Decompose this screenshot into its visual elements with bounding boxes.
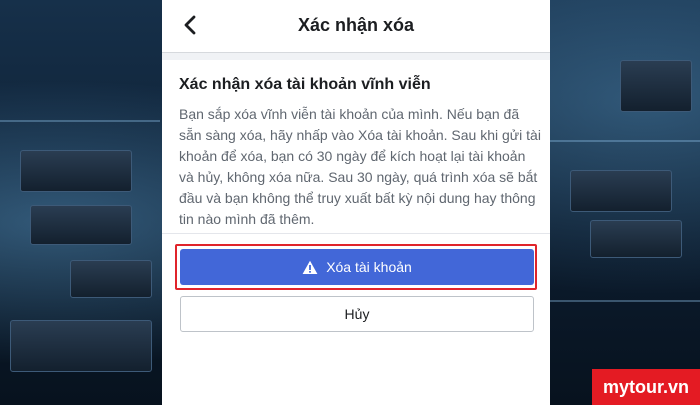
chip-decoration (590, 220, 682, 258)
warning-icon (302, 260, 318, 274)
chip-decoration (10, 320, 152, 372)
chip-decoration (70, 260, 152, 298)
chip-decoration (620, 60, 692, 112)
cancel-label: Hủy (344, 306, 370, 322)
cancel-button[interactable]: Hủy (180, 296, 534, 332)
page-title: Xác nhận xóa (297, 15, 415, 35)
top-nav-bar: Xác nhận xóa (162, 0, 550, 53)
card-title: Xác nhận xóa tài khoản vĩnh viễn (179, 76, 431, 93)
card-description: Bạn sắp xóa vĩnh viễn tài khoản của mình… (179, 106, 541, 227)
delete-account-label: Xóa tài khoản (326, 259, 412, 275)
confirm-delete-card: Xác nhận xóa tài khoản vĩnh viễn Bạn sắp… (162, 60, 550, 405)
trace-decoration (550, 140, 700, 142)
chip-decoration (20, 150, 132, 192)
trace-decoration (550, 300, 700, 302)
watermark-logo: mytour.vn (592, 369, 700, 405)
chip-decoration (570, 170, 672, 212)
watermark-text: mytour.vn (602, 376, 690, 397)
trace-decoration (0, 120, 160, 122)
delete-account-button[interactable]: Xóa tài khoản (180, 249, 534, 285)
phone-screen: Xác nhận xóa Xác nhận xóa tài khoản vĩnh… (162, 0, 550, 405)
chip-decoration (30, 205, 132, 245)
divider (162, 233, 550, 234)
